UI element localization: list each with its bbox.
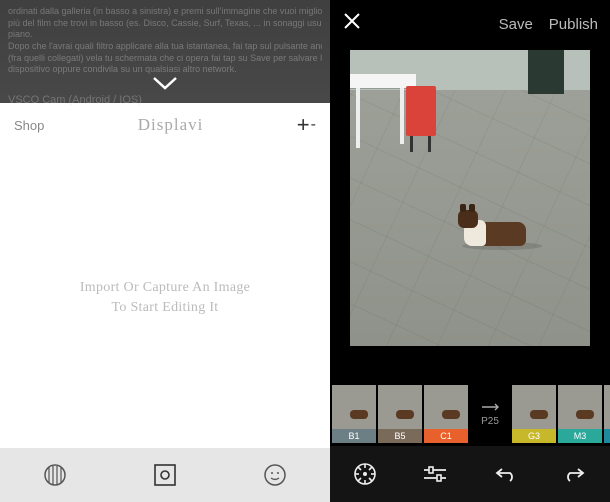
save-button[interactable]: Save [499, 16, 533, 33]
bg-text: più del film che trovi in basso (es. Dis… [8, 18, 322, 30]
tools-icon[interactable] [418, 457, 452, 491]
bg-text: Dopo che l'avrai quali filtro applicare … [8, 41, 322, 53]
publish-button[interactable]: Publish [549, 16, 598, 33]
right-panel: Save Publish B1 B5 [330, 0, 610, 502]
empty-hint-line: To Start Editing It [112, 300, 219, 316]
filter-thumb[interactable]: M3 [558, 385, 602, 443]
separator-label: P25 [481, 416, 499, 427]
shop-link[interactable]: Shop [14, 118, 44, 133]
add-image-button[interactable]: +- [297, 112, 316, 138]
filter-label: B5 [378, 429, 422, 443]
editor-header: Save Publish [330, 0, 610, 48]
dog-subject [462, 200, 540, 246]
header-title[interactable]: Displavi [138, 115, 204, 135]
left-panel: ordinati dalla galleria (in basso a sini… [0, 0, 330, 502]
bg-text: ordinati dalla galleria (in basso a sini… [8, 6, 322, 18]
filter-thumb[interactable]: B1 [332, 385, 376, 443]
filter-label: C1 [424, 429, 468, 443]
filter-label: B1 [332, 429, 376, 443]
editor-bottom-bar [330, 446, 610, 502]
library-icon[interactable] [40, 460, 70, 490]
close-button[interactable] [342, 11, 362, 37]
camera-icon[interactable] [150, 460, 180, 490]
bottom-nav-left [0, 448, 330, 502]
minus-icon: - [311, 116, 316, 134]
filter-label: M5 [604, 429, 610, 443]
photo-preview-area [330, 48, 610, 382]
redo-icon[interactable] [558, 457, 592, 491]
photo-preview[interactable] [350, 50, 590, 346]
filter-label: G3 [512, 429, 556, 443]
filter-category-separator[interactable]: P25 [470, 385, 510, 443]
presets-icon[interactable] [348, 457, 382, 491]
filter-thumb[interactable]: G3 [512, 385, 556, 443]
header-actions: Save Publish [499, 16, 598, 33]
chevron-down-icon[interactable] [152, 72, 178, 98]
empty-state: Import Or Capture An Image To Start Edit… [0, 147, 330, 448]
filter-strip[interactable]: B1 B5 C1 P25 G3 M3 M5 [330, 382, 610, 446]
filter-label: M3 [558, 429, 602, 443]
empty-hint-line: Import Or Capture An Image [80, 280, 250, 296]
filter-thumb[interactable]: B5 [378, 385, 422, 443]
library-header: Shop Displavi +- [0, 103, 330, 147]
profile-icon[interactable] [260, 460, 290, 490]
plus-icon: + [297, 112, 310, 138]
bg-text: (fra quelli collegati) vela tu schermata… [8, 53, 322, 65]
undo-icon[interactable] [488, 457, 522, 491]
bg-text: piano. [8, 29, 322, 41]
filter-thumb[interactable]: M5 [604, 385, 610, 443]
article-backdrop: ordinati dalla galleria (in basso a sini… [0, 0, 330, 103]
filter-thumb[interactable]: C1 [424, 385, 468, 443]
